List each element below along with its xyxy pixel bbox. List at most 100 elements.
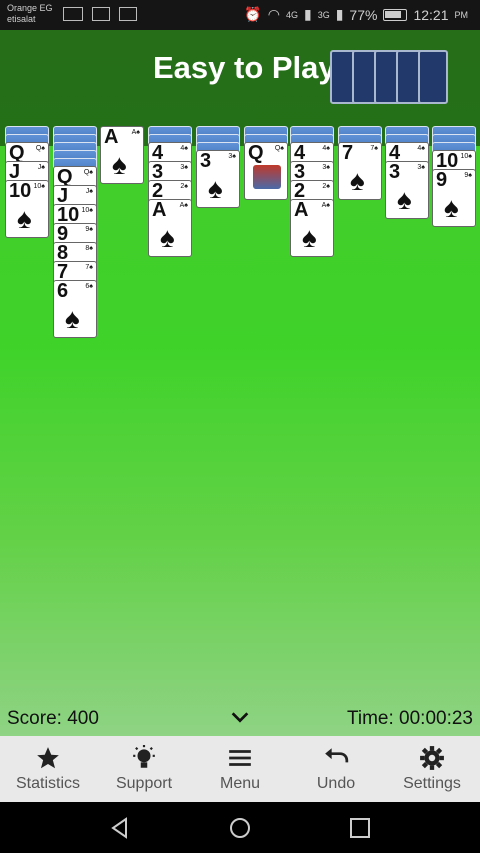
card-rank: Q: [248, 142, 264, 164]
battery-percent: 77%: [349, 6, 378, 23]
back-icon[interactable]: [108, 816, 132, 840]
recents-icon[interactable]: [348, 816, 372, 840]
undo-icon: [325, 748, 349, 763]
settings-button[interactable]: Settings: [384, 736, 480, 802]
card-corner-pip: 3♠: [228, 153, 236, 160]
navigation-bar: [0, 802, 480, 853]
card-corner-pip: 10♠: [460, 153, 472, 160]
card-rank: A: [294, 199, 309, 221]
card-corner-pip: 4♠: [417, 145, 425, 152]
lightbulb-icon: [133, 745, 155, 768]
carrier-info: Orange EG etisalat: [7, 3, 53, 25]
signal-1-icon: ▮: [303, 6, 312, 22]
card-corner-pip: 7♠: [370, 145, 378, 152]
support-label: Support: [115, 775, 173, 792]
laptop-notification-icon: [119, 7, 137, 21]
card-corner-pip: Q♠: [83, 169, 93, 176]
card-rank: 7: [342, 142, 354, 164]
bottom-toolbar: Statistics Support Menu Undo Settings: [0, 736, 480, 802]
stock-pile-card[interactable]: [418, 50, 448, 104]
spade-suit-icon: ♠: [444, 192, 459, 223]
spade-suit-icon: ♠: [160, 222, 175, 253]
playing-card[interactable]: 9 9♠ ♠: [432, 169, 476, 227]
battery-icon: [383, 8, 408, 21]
settings-label: Settings: [403, 775, 461, 792]
hud: Score: 400 Time: 00:00:23: [0, 702, 480, 738]
playing-card[interactable]: A A♠ ♠: [100, 126, 144, 184]
card-corner-pip: Q♠: [35, 145, 45, 152]
card-corner-pip: 4♠: [180, 145, 188, 152]
signal-2-icon: ▮: [335, 6, 344, 22]
playing-card[interactable]: 3 3♠ ♠: [385, 161, 429, 219]
card-corner-pip: 2♠: [322, 183, 330, 190]
card-corner-pip: 3♠: [322, 164, 330, 171]
card-corner-pip: J♠: [37, 164, 45, 171]
menu-button[interactable]: Menu: [192, 736, 288, 802]
card-corner-pip: 2♠: [180, 183, 188, 190]
mail-notification-icon: [92, 7, 110, 21]
card-rank: 6: [57, 280, 69, 302]
undo-label: Undo: [316, 775, 356, 792]
playing-card[interactable]: A A♠ ♠: [290, 199, 334, 257]
queen-illustration: [253, 165, 281, 189]
card-corner-pip: 8♠: [85, 245, 93, 252]
card-corner-pip: 10♠: [33, 183, 45, 190]
playing-card[interactable]: Q Q♠: [244, 142, 288, 200]
score-label: Score: 400: [7, 708, 99, 729]
card-corner-pip: A♠: [179, 202, 188, 209]
undo-button[interactable]: Undo: [288, 736, 384, 802]
spade-suit-icon: ♠: [397, 184, 412, 215]
network-2-label: 3G: [317, 9, 330, 20]
card-rank: A: [152, 199, 167, 221]
support-button[interactable]: Support: [96, 736, 192, 802]
spade-suit-icon: ♠: [302, 222, 317, 253]
statistics-label: Statistics: [15, 775, 80, 792]
card-corner-pip: 9♠: [464, 172, 472, 179]
playing-card[interactable]: 1010♠ ♠: [5, 180, 49, 238]
playing-card[interactable]: 6 6♠ ♠: [53, 280, 97, 338]
card-corner-pip: A♠: [321, 202, 330, 209]
star-icon: [37, 747, 59, 769]
card-corner-pip: 9♠: [85, 226, 93, 233]
home-icon[interactable]: [228, 816, 252, 840]
card-corner-pip: 7♠: [85, 264, 93, 271]
card-corner-pip: 3♠: [180, 164, 188, 171]
card-rank: A: [104, 126, 119, 148]
playing-card[interactable]: 7 7♠ ♠: [338, 142, 382, 200]
clock-ampm: PM: [454, 9, 469, 20]
statistics-button[interactable]: Statistics: [0, 736, 96, 802]
wifi-icon: ◠: [267, 6, 280, 22]
spade-suit-icon: ♠: [65, 303, 80, 334]
game-board[interactable]: Easy to Play QQ♠♠JJ♠♠1010♠♠QQ♠♠JJ♠♠1010♠…: [0, 30, 480, 736]
card-corner-pip: 3♠: [417, 164, 425, 171]
banner-title: Easy to Play: [153, 50, 336, 85]
carrier-1: Orange EG: [7, 3, 53, 13]
spade-suit-icon: ♠: [208, 173, 223, 204]
card-corner-pip: Q♠: [274, 145, 284, 152]
card-rank: 3: [200, 150, 212, 172]
playing-card[interactable]: 3 3♠ ♠: [196, 150, 240, 208]
card-rank: 3: [389, 161, 401, 183]
gallery-notification-icon: [63, 7, 83, 21]
clock: 12:21: [413, 6, 449, 23]
alarm-icon: ⏰: [244, 6, 262, 22]
status-bar: Orange EG etisalat ⏰ ◠ 4G ▮ 3G ▮ 77% 12:…: [0, 0, 480, 30]
spade-suit-icon: ♠: [17, 203, 32, 234]
time-label: Time: 00:00:23: [346, 708, 473, 729]
card-corner-pip: 4♠: [322, 145, 330, 152]
network-1-label: 4G: [285, 9, 298, 20]
spade-suit-icon: ♠: [112, 149, 127, 180]
card-corner-pip: 10♠: [81, 207, 93, 214]
card-rank: 10: [9, 180, 32, 202]
card-corner-pip: J♠: [85, 188, 93, 195]
menu-label: Menu: [219, 775, 261, 792]
carrier-2: etisalat: [7, 14, 36, 24]
chevron-down-icon[interactable]: [229, 706, 251, 728]
card-rank: 9: [436, 169, 448, 191]
spade-suit-icon: ♠: [350, 165, 365, 196]
gear-icon: [420, 746, 444, 770]
hamburger-menu-icon: [229, 750, 251, 766]
playing-card[interactable]: A A♠ ♠: [148, 199, 192, 257]
card-corner-pip: 6♠: [85, 283, 93, 290]
card-corner-pip: A♠: [131, 129, 140, 136]
